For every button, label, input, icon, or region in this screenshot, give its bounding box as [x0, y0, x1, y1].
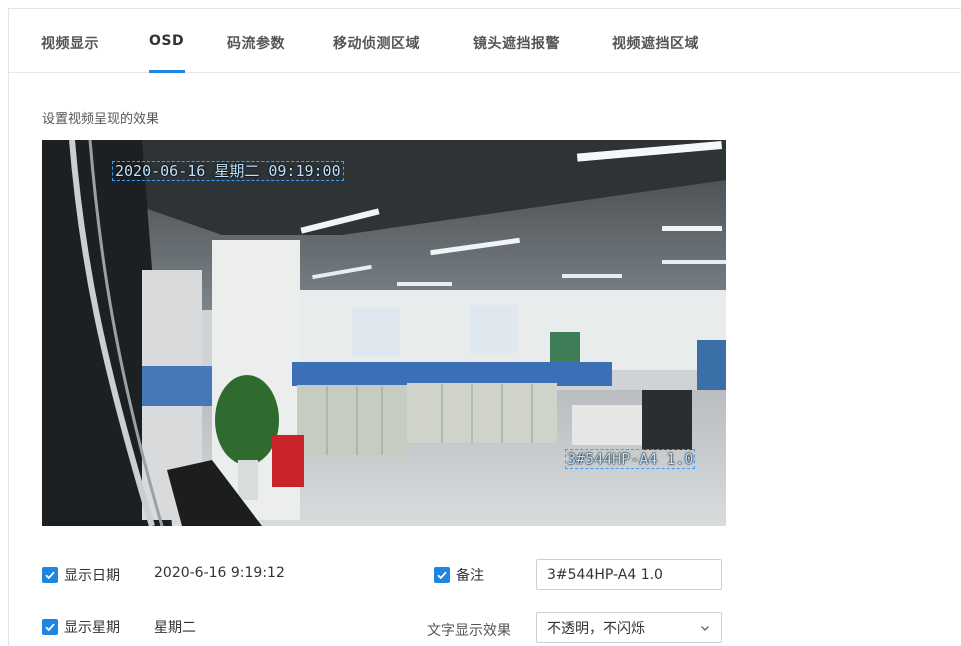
show-date-value: 2020-6-16 9:19:12: [154, 565, 285, 581]
section-title: 设置视频呈现的效果: [42, 112, 160, 127]
chevron-down-icon: [701, 625, 709, 631]
remark-input[interactable]: [536, 559, 722, 590]
show-date-checkbox[interactable]: [42, 567, 58, 583]
osd-date-text: 2020-06-16 星期二 09:19:00: [112, 161, 344, 181]
tab-osd[interactable]: OSD: [149, 33, 184, 49]
text-effect-selected: 不透明，不闪烁: [547, 620, 645, 637]
remark-checkbox[interactable]: [434, 567, 450, 583]
text-effect-select[interactable]: 不透明，不闪烁: [536, 612, 722, 643]
tab-video-mask-area[interactable]: 视频遮挡区域: [612, 33, 699, 53]
show-weekday-value: 星期二: [154, 620, 196, 636]
show-weekday-checkbox[interactable]: [42, 619, 58, 635]
show-weekday-option: 显示星期: [42, 617, 120, 637]
checkmark-icon: [45, 623, 55, 632]
text-effect-label: 文字显示效果: [427, 623, 511, 639]
tab-stream-params[interactable]: 码流参数: [227, 33, 285, 53]
remark-label: 备注: [456, 568, 484, 584]
active-tab-indicator: [149, 70, 185, 73]
frame-border-left: [8, 8, 9, 646]
show-date-label: 显示日期: [64, 568, 120, 584]
osd-remark-text: 3#544HP-A4 1.0: [565, 449, 696, 469]
checkmark-icon: [437, 571, 447, 580]
show-date-option: 显示日期: [42, 565, 120, 585]
osd-remark-overlay[interactable]: 3#544HP-A4 1.0: [565, 449, 696, 469]
osd-date-overlay[interactable]: 2020-06-16 星期二 09:19:00: [112, 160, 344, 181]
video-preview[interactable]: 2020-06-16 星期二 09:19:00 3#544HP-A4 1.0: [42, 140, 726, 526]
show-weekday-label: 显示星期: [64, 620, 120, 636]
tab-motion-detection-area[interactable]: 移动侦测区域: [333, 33, 420, 53]
tab-bar: 视频显示 OSD 码流参数 移动侦测区域 镜头遮挡报警 视频遮挡区域: [9, 9, 961, 73]
tab-video-display[interactable]: 视频显示: [41, 33, 99, 53]
remark-option: 备注: [434, 565, 484, 585]
tab-lens-tamper-alarm[interactable]: 镜头遮挡报警: [473, 33, 560, 53]
checkmark-icon: [45, 571, 55, 580]
